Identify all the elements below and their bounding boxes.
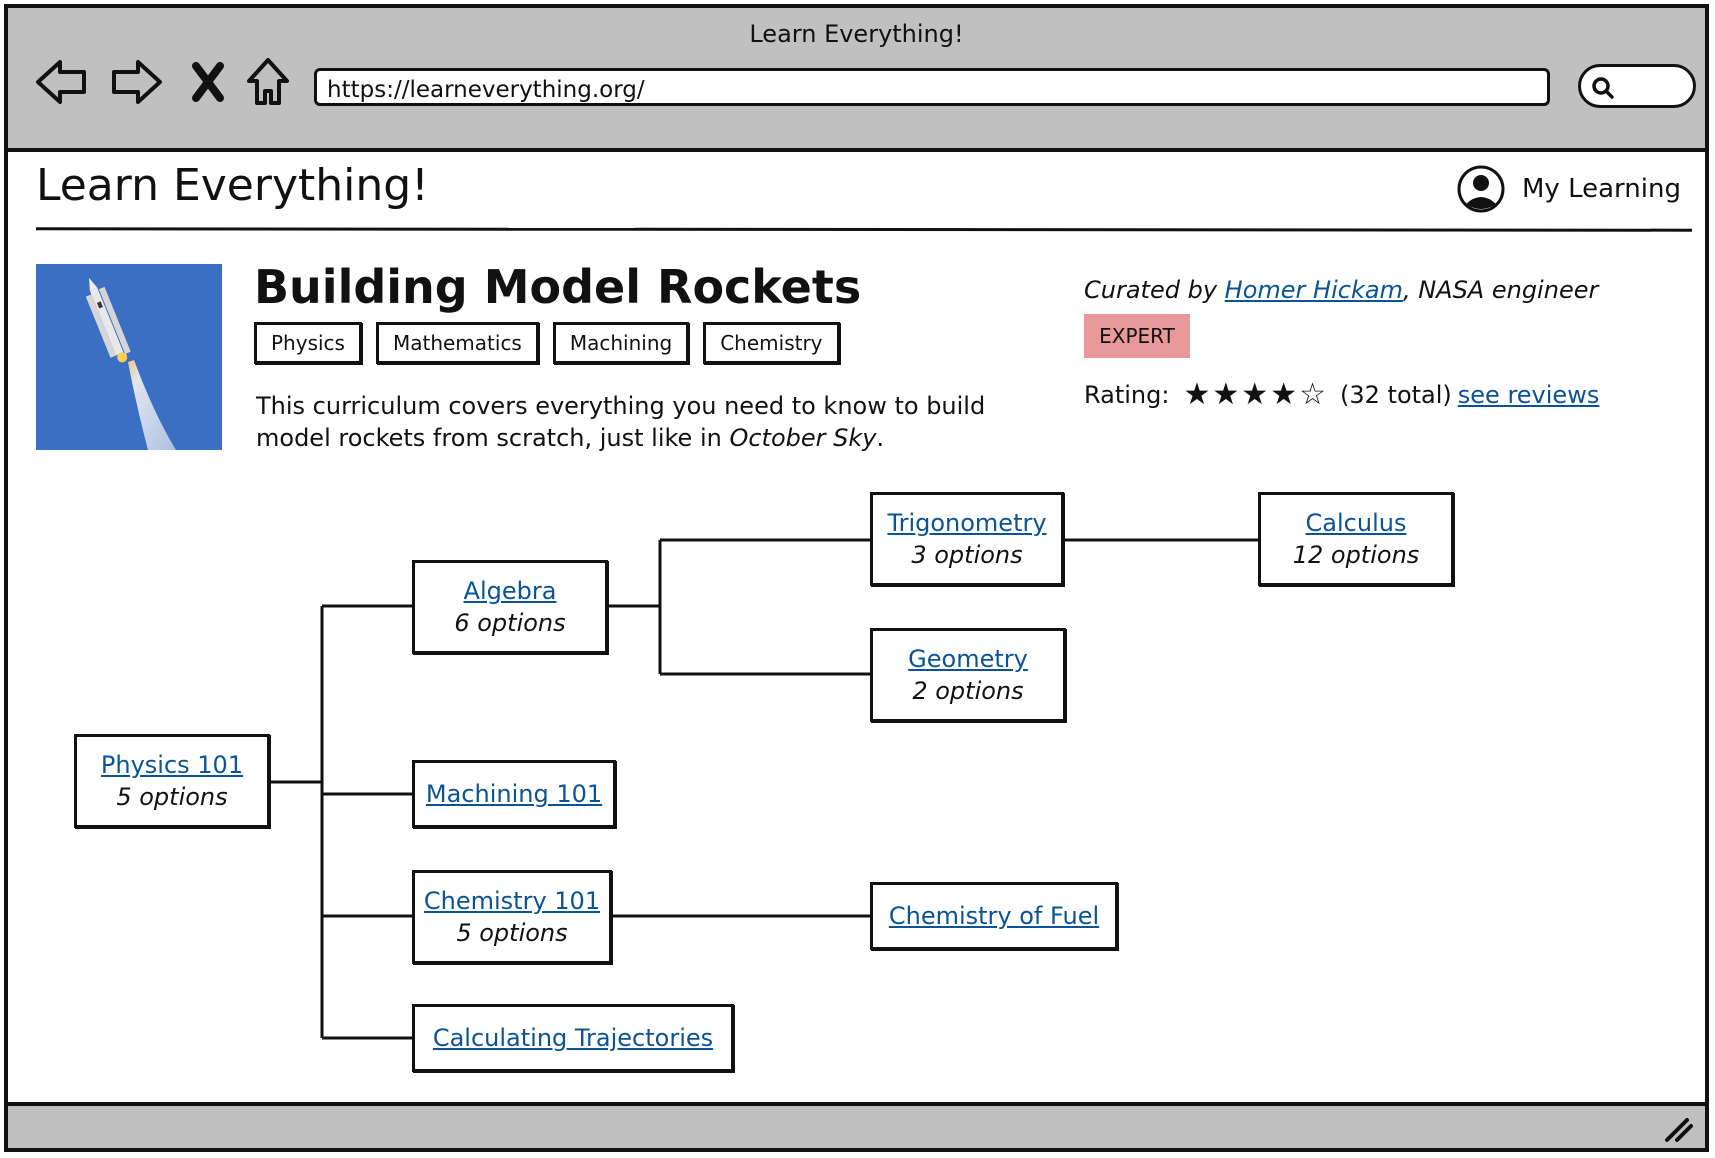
node-geometry[interactable]: Geometry 2 options — [870, 628, 1066, 722]
node-algebra-link[interactable]: Algebra — [415, 577, 605, 605]
node-algebra-options: 6 options — [454, 609, 566, 637]
node-calculus[interactable]: Calculus 12 options — [1258, 492, 1454, 586]
node-chemistry-101-link[interactable]: Chemistry 101 — [415, 887, 609, 915]
node-calculating-trajectories[interactable]: Calculating Trajectories — [412, 1004, 734, 1072]
node-physics-101-link[interactable]: Physics 101 — [77, 751, 267, 779]
node-trigonometry[interactable]: Trigonometry 3 options — [870, 492, 1064, 586]
node-physics-101[interactable]: Physics 101 5 options — [74, 734, 270, 828]
node-calculating-trajectories-link[interactable]: Calculating Trajectories — [415, 1024, 731, 1052]
node-chemistry-101-options: 5 options — [456, 919, 568, 947]
browser-window: Learn Everything! https://learneverythin… — [4, 4, 1709, 1152]
node-geometry-link[interactable]: Geometry — [873, 645, 1063, 673]
node-trigonometry-options: 3 options — [911, 541, 1023, 569]
node-chemistry-101[interactable]: Chemistry 101 5 options — [412, 870, 612, 964]
node-geometry-options: 2 options — [912, 677, 1024, 705]
node-physics-101-options: 5 options — [116, 783, 228, 811]
node-calculus-link[interactable]: Calculus — [1261, 509, 1451, 537]
node-algebra[interactable]: Algebra 6 options — [412, 560, 608, 654]
status-bar — [8, 1102, 1705, 1148]
node-machining-101[interactable]: Machining 101 — [412, 760, 616, 828]
resize-grip-icon[interactable] — [1661, 1114, 1695, 1144]
node-chemistry-of-fuel[interactable]: Chemistry of Fuel — [870, 882, 1118, 950]
node-trigonometry-link[interactable]: Trigonometry — [873, 509, 1061, 537]
node-chemistry-of-fuel-link[interactable]: Chemistry of Fuel — [873, 902, 1115, 930]
node-calculus-options: 12 options — [1292, 541, 1420, 569]
node-machining-101-link[interactable]: Machining 101 — [415, 780, 613, 808]
